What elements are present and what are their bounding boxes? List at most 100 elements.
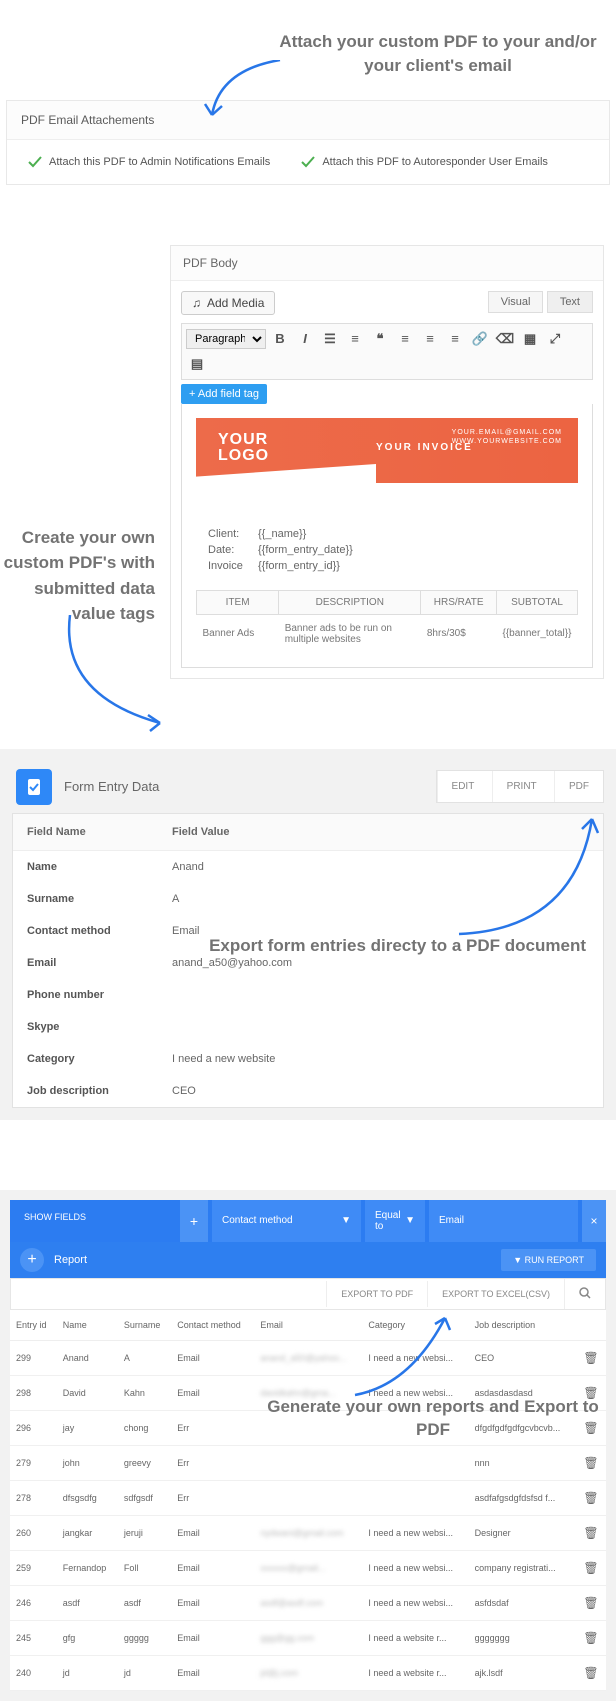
- delete-button[interactable]: 🗑: [576, 1655, 606, 1690]
- add-field-button[interactable]: +: [180, 1200, 208, 1242]
- trash-icon: 🗑: [583, 1631, 598, 1645]
- cell: dfsgsdfg: [57, 1480, 118, 1515]
- report-section: Generate your own reports and Export to …: [0, 1190, 616, 1701]
- col-header[interactable]: Name: [57, 1310, 118, 1341]
- filter-operator-select[interactable]: Equal to▼: [365, 1200, 425, 1242]
- delete-button[interactable]: 🗑: [576, 1620, 606, 1655]
- table-row: Phone number: [13, 979, 603, 1011]
- field-value: I need a new website: [158, 1043, 289, 1075]
- col-field-name: Field Name: [13, 814, 158, 850]
- print-button[interactable]: PRINT: [492, 771, 551, 802]
- export-pdf-button[interactable]: EXPORT TO PDF: [326, 1281, 427, 1307]
- bold-button[interactable]: B: [269, 328, 291, 350]
- chevron-down-icon: ▼: [341, 1215, 351, 1226]
- run-report-button[interactable]: ▼ RUN REPORT: [501, 1249, 596, 1271]
- more-button[interactable]: ▦: [519, 328, 541, 350]
- field-value: [158, 1011, 186, 1043]
- editor-canvas[interactable]: YOUR LOGO YOUR INVOICE YOUR.EMAIL@GMAIL.…: [181, 404, 593, 668]
- arrow-icon: [454, 809, 604, 939]
- search-icon: [579, 1287, 591, 1299]
- cell: jd: [118, 1655, 171, 1690]
- cell: David: [57, 1375, 118, 1410]
- field-name: Surname: [13, 883, 158, 915]
- toolbar-toggle-button[interactable]: ▤: [186, 353, 208, 375]
- cell: 246: [10, 1585, 57, 1620]
- field-value: CEO: [158, 1075, 210, 1107]
- checkbox-autoresponder[interactable]: Attach this PDF to Autoresponder User Em…: [300, 154, 548, 170]
- align-left-button[interactable]: ≡: [394, 328, 416, 350]
- cell: Err: [171, 1445, 254, 1480]
- col-header[interactable]: [576, 1310, 606, 1341]
- trash-icon: 🗑: [583, 1526, 598, 1540]
- logo-placeholder: YOUR LOGO: [218, 432, 269, 464]
- add-field-tag-button[interactable]: + Add field tag: [181, 384, 267, 404]
- delete-button[interactable]: 🗑: [576, 1515, 606, 1550]
- field-name: Category: [13, 1043, 158, 1075]
- checkbox-admin-notifications[interactable]: Attach this PDF to Admin Notifications E…: [27, 154, 270, 170]
- cell: ggg@gg.com: [254, 1620, 362, 1655]
- cell: Email: [171, 1550, 254, 1585]
- tab-text[interactable]: Text: [547, 291, 593, 313]
- col-header[interactable]: Job description: [469, 1310, 576, 1341]
- cell: 260: [10, 1515, 57, 1550]
- export-excel-button[interactable]: EXPORT TO EXCEL(CSV): [427, 1281, 564, 1307]
- report-table: Entry idNameSurnameContact methodEmailCa…: [10, 1310, 606, 1691]
- filter-field-select[interactable]: Contact method▼: [212, 1200, 361, 1242]
- cell: asfdsdaf: [469, 1585, 576, 1620]
- pdf-body-panel: PDF Body ♫ Add Media Visual Text Paragra…: [170, 245, 604, 679]
- col-header[interactable]: Contact method: [171, 1310, 254, 1341]
- table-row: 279johngreevyErrnnn🗑: [10, 1445, 606, 1480]
- annotation-export: Export form entries directy to a PDF doc…: [209, 934, 586, 958]
- unlink-button[interactable]: ⌫: [494, 328, 516, 350]
- cell: 296: [10, 1410, 57, 1445]
- delete-button[interactable]: 🗑: [576, 1480, 606, 1515]
- link-button[interactable]: 🔗: [469, 328, 491, 350]
- bullet-list-button[interactable]: ☰: [319, 328, 341, 350]
- pdf-button[interactable]: PDF: [554, 771, 603, 802]
- cell: Email: [171, 1375, 254, 1410]
- align-center-button[interactable]: ≡: [419, 328, 441, 350]
- cell: Foll: [118, 1550, 171, 1585]
- cell: [362, 1480, 468, 1515]
- quote-button[interactable]: ❝: [369, 328, 391, 350]
- annotation-attach: Attach your custom PDF to your and/or yo…: [260, 30, 616, 78]
- cell: 278: [10, 1480, 57, 1515]
- cell: jd@j.com: [254, 1655, 362, 1690]
- report-label: Report: [54, 1254, 87, 1266]
- delete-button[interactable]: 🗑: [576, 1550, 606, 1585]
- table-row: 278dfsgsdfgsdfgsdfErrasdfafgsdgfdsfsd f.…: [10, 1480, 606, 1515]
- field-value: Anand: [158, 851, 218, 883]
- cell: asdf: [118, 1585, 171, 1620]
- cell: Anand: [57, 1340, 118, 1375]
- fullscreen-button[interactable]: ⤢: [544, 328, 566, 350]
- delete-button[interactable]: 🗑: [576, 1445, 606, 1480]
- align-right-button[interactable]: ≡: [444, 328, 466, 350]
- add-report-button[interactable]: +: [20, 1248, 44, 1272]
- cell: Kahn: [118, 1375, 171, 1410]
- checkbox-label: Attach this PDF to Admin Notifications E…: [49, 156, 270, 168]
- trash-icon: 🗑: [583, 1491, 598, 1505]
- delete-button[interactable]: 🗑: [576, 1340, 606, 1375]
- delete-button[interactable]: 🗑: [576, 1585, 606, 1620]
- edit-button[interactable]: EDIT: [437, 771, 489, 802]
- add-media-button[interactable]: ♫ Add Media: [181, 291, 275, 315]
- tab-visual[interactable]: Visual: [488, 291, 544, 313]
- col-header[interactable]: Surname: [118, 1310, 171, 1341]
- editor-toolbar: Paragraph B I ☰ ≡ ❝ ≡ ≡ ≡ 🔗 ⌫ ▦ ⤢ ▤: [181, 323, 593, 380]
- cell: 259: [10, 1550, 57, 1585]
- col-header[interactable]: Email: [254, 1310, 362, 1341]
- filter-value-input[interactable]: Email: [429, 1200, 578, 1242]
- search-button[interactable]: [564, 1279, 605, 1309]
- col-header[interactable]: Entry id: [10, 1310, 57, 1341]
- cell: I need a website r...: [362, 1620, 468, 1655]
- check-icon: [300, 154, 316, 170]
- numbered-list-button[interactable]: ≡: [344, 328, 366, 350]
- panel-title: PDF Email Attachements: [7, 101, 609, 140]
- table-row: Job descriptionCEO: [13, 1075, 603, 1107]
- cell: I need a new websi...: [362, 1550, 468, 1585]
- format-select[interactable]: Paragraph: [186, 329, 266, 349]
- field-name: Skype: [13, 1011, 158, 1043]
- remove-filter-button[interactable]: ×: [582, 1200, 606, 1242]
- cell: asdfafgsdgfdsfsd f...: [469, 1480, 576, 1515]
- italic-button[interactable]: I: [294, 328, 316, 350]
